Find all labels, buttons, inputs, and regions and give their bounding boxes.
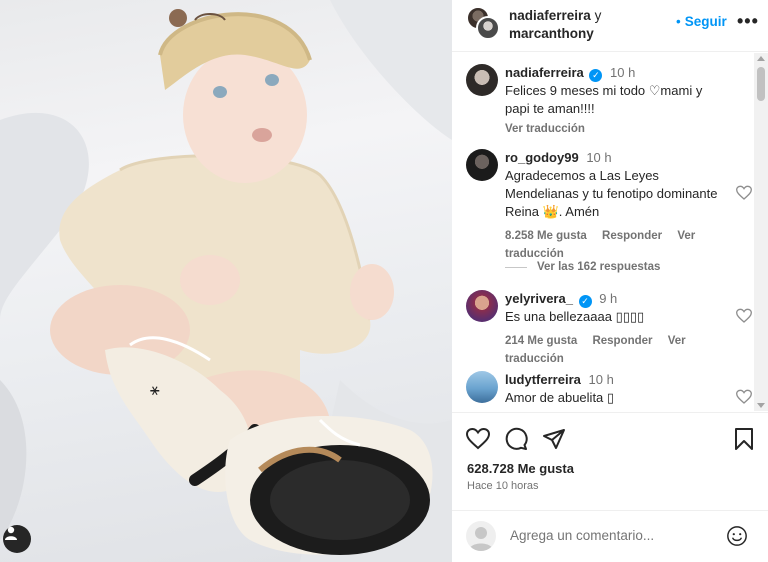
share-icon[interactable] (542, 427, 566, 451)
comment-username[interactable]: ro_godoy99 (505, 150, 579, 165)
post-likes-count[interactable]: 628.728 Me gusta (467, 461, 574, 476)
user-tag-icon[interactable] (3, 525, 31, 553)
scroll-thumb[interactable] (757, 67, 765, 101)
follow-button[interactable]: • Seguir (676, 14, 727, 29)
owners-avatar[interactable] (466, 6, 500, 40)
comment-time[interactable]: 10 h (589, 372, 614, 387)
comment-time[interactable]: 10 h (610, 65, 635, 80)
post-side-panel: nadiaferreira y marcanthony • Seguir ••• … (452, 0, 768, 562)
heart-icon[interactable] (736, 389, 752, 405)
scroll-up-icon[interactable] (757, 56, 765, 61)
comments-scrollbar[interactable] (754, 53, 768, 411)
bookmark-icon[interactable] (732, 427, 756, 451)
comment-composer (452, 510, 768, 562)
reply-link[interactable]: Responder (602, 230, 662, 242)
comment-text: Es una bellezaaaa ▯▯▯▯ (505, 309, 645, 324)
comment-text: Amor de abuelita ▯ (505, 390, 615, 405)
follow-label: Seguir (684, 14, 727, 29)
post-timestamp[interactable]: Hace 10 horas (467, 480, 539, 492)
like-heart-icon[interactable] (466, 427, 490, 451)
scroll-down-icon[interactable] (757, 403, 765, 408)
post-actions: 628.728 Me gusta Hace 10 horas (452, 412, 768, 522)
comment-meta: 8.258 Me gusta Responder Ver traducción (505, 227, 725, 263)
avatar[interactable] (466, 290, 498, 322)
emoji-icon[interactable] (726, 525, 748, 547)
view-replies-label: Ver las 162 respuestas (537, 261, 661, 273)
comment-time[interactable]: 10 h (586, 150, 611, 165)
heart-icon[interactable] (736, 185, 752, 201)
comment-icon[interactable] (504, 427, 528, 451)
more-options-icon[interactable]: ••• (737, 12, 759, 30)
reply-link[interactable]: Responder (592, 335, 652, 347)
heart-icon[interactable] (736, 308, 752, 324)
verified-badge-icon: ✓ (589, 69, 603, 82)
comment-input[interactable] (510, 528, 710, 543)
current-user-avatar (466, 521, 496, 551)
comment-username[interactable]: ludytferreira (505, 372, 581, 387)
comment-time[interactable]: 9 h (599, 291, 617, 306)
comment-username[interactable]: nadiaferreira (505, 65, 584, 80)
post-owners[interactable]: nadiaferreira y marcanthony (509, 7, 619, 43)
separator-dot: • (676, 14, 681, 29)
comment-text: Agradecemos a Las Leyes Mendelianas y tu… (505, 168, 718, 219)
post-photo[interactable]: ⚹ (0, 0, 452, 562)
translate-link[interactable]: Ver traducción (505, 123, 585, 135)
avatar[interactable] (466, 149, 498, 181)
post-header: nadiaferreira y marcanthony • Seguir ••• (452, 0, 768, 52)
avatar[interactable] (466, 371, 498, 403)
avatar (476, 16, 500, 40)
comment-meta: 214 Me gusta Responder Ver traducción (505, 332, 725, 368)
comment-likes[interactable]: 214 Me gusta (505, 335, 577, 347)
owner-username[interactable]: marcanthony (509, 26, 594, 41)
replies-divider (505, 266, 527, 268)
comments-list[interactable]: nadiaferreira ✓ 10 h Felices 9 meses mi … (452, 53, 768, 411)
baby-photo-illustration: ⚹ (0, 0, 452, 562)
comment-meta: Ver traducción (505, 120, 725, 138)
verified-badge-icon: ✓ (578, 295, 592, 308)
comment-username[interactable]: yelyrivera_ (505, 291, 573, 306)
avatar[interactable] (466, 64, 498, 96)
owner-username[interactable]: nadiaferreira (509, 8, 591, 23)
owner-joiner: y (594, 8, 602, 23)
comment-text: Felices 9 meses mi todo ♡mami y papi te … (505, 83, 703, 116)
svg-text:⚹: ⚹ (150, 380, 160, 399)
comment-likes[interactable]: 8.258 Me gusta (505, 230, 587, 242)
view-replies-button[interactable]: Ver las 162 respuestas (505, 261, 660, 273)
